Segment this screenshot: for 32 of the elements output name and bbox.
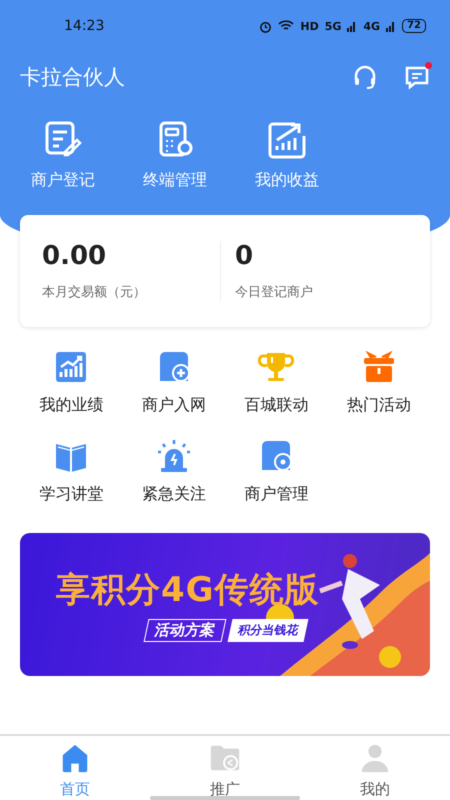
battery-indicator: 72 — [402, 19, 426, 33]
menu-item-label[interactable]: 我的业绩 — [39, 395, 104, 416]
headset-icon[interactable] — [352, 64, 378, 90]
summary-value: 0 — [235, 241, 254, 271]
app-title: 卡拉合伙人 — [20, 64, 125, 91]
message-button[interactable] — [404, 64, 430, 90]
nav-tab[interactable]: 我的 — [300, 736, 450, 800]
summary-value: 0.00 — [42, 241, 108, 271]
summary-label: 今日登记商户 — [235, 284, 314, 301]
menu-item-label[interactable]: 学习讲堂 — [39, 484, 104, 505]
menu-item-label[interactable]: 热门活动 — [346, 395, 411, 416]
summary-card[interactable]: 0.00 本月交易额（元） 0 今日登记商户 — [20, 215, 430, 327]
banner-headline: 享积分4G传统版 — [56, 569, 321, 612]
summary-label: 本月交易额（元） — [42, 284, 147, 301]
menu-item-label[interactable]: 紧急关注 — [142, 484, 206, 505]
promo-banner[interactable]: 享积分4G传统版 活动方案 积分当钱花 — [20, 533, 430, 676]
banner-tag: 活动方案 — [144, 619, 226, 642]
alarm-icon — [259, 20, 272, 32]
network-label: HD — [300, 20, 319, 32]
menu-item-label[interactable]: 商户入网 — [142, 395, 206, 416]
signal-icon — [386, 20, 396, 32]
banner-tag: 积分当钱花 — [228, 619, 308, 642]
person-icon — [359, 742, 391, 774]
signal-label: 5G — [324, 20, 342, 32]
wifi-icon — [278, 20, 294, 32]
alarm-light-icon[interactable] — [156, 438, 192, 474]
growth-chart-icon[interactable] — [267, 120, 307, 160]
signal-label: 4G — [363, 20, 380, 32]
signal-icon — [347, 20, 358, 32]
menu-item-label[interactable]: 商户管理 — [244, 484, 308, 505]
status-time: 14:23 — [64, 18, 104, 34]
menu-item-label[interactable]: 百城联动 — [244, 395, 308, 416]
